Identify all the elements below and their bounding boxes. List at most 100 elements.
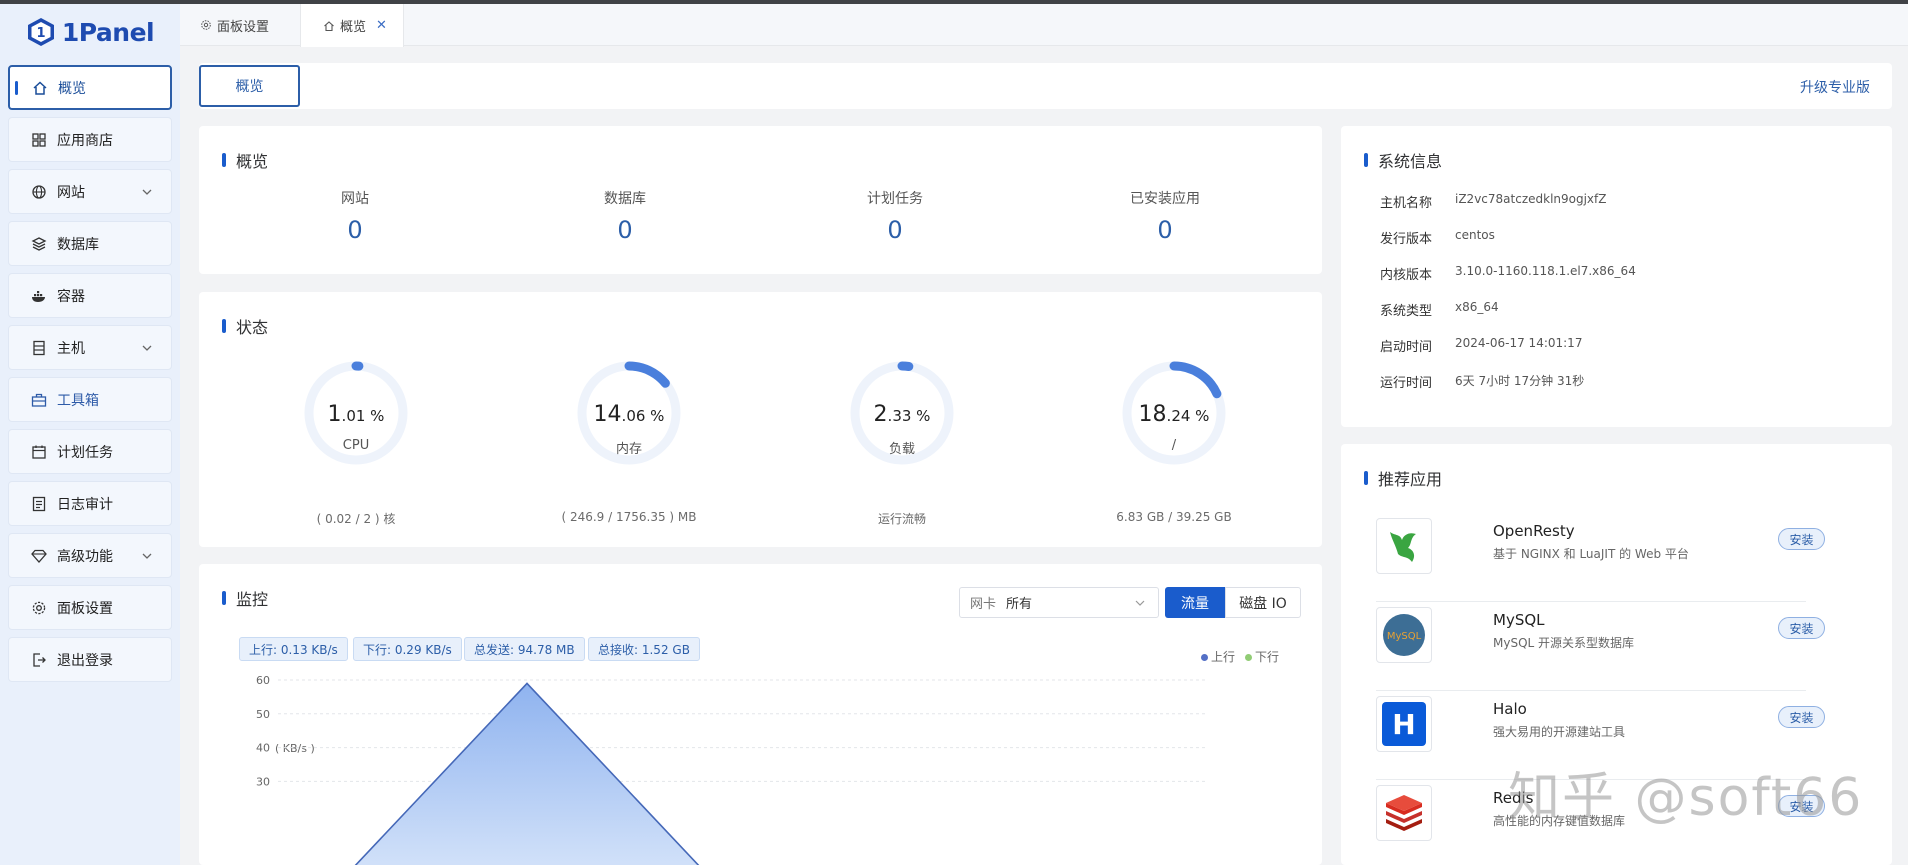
app-item-openresty[interactable]: OpenResty 基于 NGINX 和 LuaJIT 的 Web 平台 安装 [1376,514,1825,602]
gauge-name: 负载 [888,442,915,457]
info-value: iZ2vc78atczedkln9ogjxfZ [1455,192,1607,206]
sidebar-item-label: 计划任务 [57,444,113,461]
stat-databases[interactable]: 数据库 0 [525,188,725,244]
stat-pill-upload: 上行: 0.13 KB/s [239,637,348,661]
sidebar-item-label: 概览 [58,80,86,97]
legend-item-up[interactable]: 上行 [1201,648,1235,665]
info-row-boot-time: 启动时间 2024-06-17 14:01:17 [1380,336,1582,355]
nic-value: 所有 [1006,597,1033,612]
stat-websites[interactable]: 网站 0 [255,188,455,244]
install-button[interactable]: 安装 [1778,706,1825,728]
toolbox-icon [31,393,47,407]
info-value: 3.10.0-1160.118.1.el7.x86_64 [1455,264,1636,278]
gauge-name: 内存 [615,442,642,457]
info-row-kernel: 内核版本 3.10.0-1160.118.1.el7.x86_64 [1380,264,1636,283]
info-key: 启动时间 [1380,340,1433,355]
install-button[interactable]: 安装 [1778,617,1825,639]
legend-dot-icon [1201,654,1208,661]
sidebar-item-overview[interactable]: 概览 [8,65,172,110]
stat-installed-apps[interactable]: 已安装应用 0 [1065,188,1265,244]
chevron-down-icon [142,553,152,559]
sidebar-item-label: 面板设置 [57,600,113,617]
redis-icon [1376,785,1432,841]
y-tick-label: 40 [256,742,270,755]
sidebar-item-toolbox[interactable]: 工具箱 [8,377,172,422]
gear-icon [201,20,211,30]
chevron-down-icon [1135,600,1145,606]
stat-label: 数据库 [604,191,646,207]
calendar-icon [32,445,46,459]
stat-pill-total-received: 总接收: 1.52 GB [588,637,700,661]
sidebar-item-settings[interactable]: 面板设置 [8,585,172,630]
sidebar-item-website[interactable]: 网站 [8,169,172,214]
layers-icon [31,236,47,251]
svg-text:H: H [1392,708,1415,741]
traffic-button[interactable]: 流量 [1165,587,1225,618]
nic-select[interactable]: 网卡 所有 [959,587,1159,618]
gauge-memory: 14.06 % 内存 ( 246.9 / 1756.35 ) MB [499,360,759,530]
svg-text:MySQL: MySQL [1387,631,1422,642]
gauge-detail: 运行流畅 [877,512,926,526]
card-title: 系统信息 [1364,148,1442,172]
sidebar-item-database[interactable]: 数据库 [8,221,172,266]
docker-icon [32,290,45,302]
y-tick-label: 60 [256,674,270,687]
sidebar-item-advanced[interactable]: 高级功能 [8,533,172,578]
stat-label: 计划任务 [867,191,923,207]
app-item-mysql[interactable]: MySQL MySQL MySQL 开源关系型数据库 安装 [1376,603,1825,691]
disk-io-button[interactable]: 磁盘 IO [1225,587,1301,618]
globe-icon [32,184,46,199]
tab-panel-settings[interactable]: 面板设置 [200,4,269,46]
app-name: OpenResty [1493,522,1575,540]
gauge-detail: ( 246.9 / 1756.35 ) MB [561,510,697,524]
openresty-icon [1376,518,1432,574]
home-icon [33,80,47,95]
log-icon [32,496,46,511]
sidebar-item-label: 数据库 [57,236,99,253]
close-icon[interactable]: ✕ [376,18,387,33]
install-button[interactable]: 安装 [1778,528,1825,550]
legend-dot-icon [1245,654,1253,661]
stat-cronjobs[interactable]: 计划任务 0 [795,188,995,244]
status-card: 状态 1.01 % CPU ( 0.02 / 2 ) 核 14.06 % 内存 … [199,292,1322,547]
stat-value: 0 [887,216,903,244]
gauge-name: CPU [342,438,370,453]
app-desc: 基于 NGINX 和 LuaJIT 的 Web 平台 [1493,547,1689,561]
sidebar-item-label: 高级功能 [57,548,113,565]
sidebar-item-container[interactable]: 容器 [8,273,172,318]
series-area-up [355,683,699,865]
overview-card: 概览 网站 0 数据库 0 计划任务 0 已安装应用 0 [199,126,1322,274]
app-name: Halo [1493,700,1527,718]
sidebar-item-label: 网站 [57,184,85,201]
upgrade-pro-link[interactable]: 升级专业版 [1800,77,1870,97]
y-tick-label: 30 [256,775,270,788]
sidebar-item-appstore[interactable]: 应用商店 [8,117,172,162]
info-key: 内核版本 [1380,268,1433,283]
card-title: 监控 [222,586,268,610]
sidebar-item-host[interactable]: 主机 [8,325,172,370]
info-row-hostname: 主机名称 iZ2vc78atczedkln9ogjxfZ [1380,192,1606,211]
tab-overview[interactable]: 概览 ✕ [300,4,404,47]
halo-icon: H [1376,696,1432,752]
sidebar-item-logout[interactable]: 退出登录 [8,637,172,682]
info-key: 主机名称 [1380,196,1433,211]
legend-item-down[interactable]: 下行 [1245,648,1279,665]
server-icon [33,340,45,355]
gauge-cpu: 1.01 % CPU ( 0.02 / 2 ) 核 [226,360,486,530]
sidebar-item-log-audit[interactable]: 日志审计 [8,481,172,526]
overview-button[interactable]: 概览 [199,65,300,107]
tab-bar: 面板设置 概览 ✕ [180,4,1908,47]
gauge-detail: ( 0.02 / 2 ) 核 [316,512,396,526]
nic-label: 网卡 [970,597,997,612]
system-info-card: 系统信息 主机名称 iZ2vc78atczedkln9ogjxfZ 发行版本 cen… [1341,126,1892,427]
app-desc: MySQL 开源关系型数据库 [1493,636,1635,650]
sidebar-item-label: 容器 [57,288,85,305]
logo[interactable]: 1 1Panel [0,4,180,60]
stat-label: 已安装应用 [1130,191,1200,207]
traffic-chart: ( KB/s ) 60 50 40 30 [256,674,1205,865]
svg-text:1: 1 [36,26,45,41]
stat-value: 0 [617,216,633,244]
sidebar-item-label: 退出登录 [57,652,113,669]
sidebar-item-cronjob[interactable]: 计划任务 [8,429,172,474]
monitor-card: 监控 网卡 所有 流量 磁盘 IO 上行: 0.13 KB/s 下行: 0.29… [199,564,1322,865]
